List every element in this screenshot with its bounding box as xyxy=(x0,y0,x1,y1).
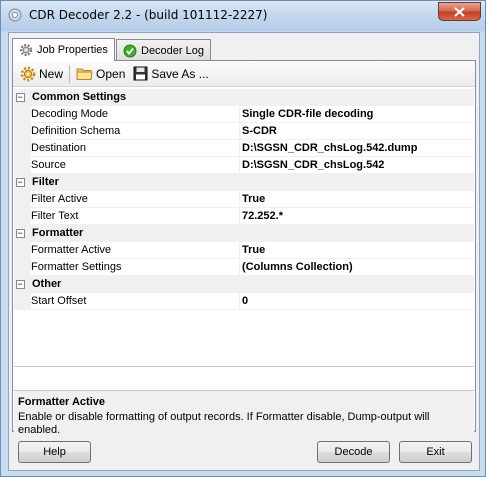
description-panel: Formatter Active Enable or disable forma… xyxy=(14,390,474,436)
close-icon xyxy=(454,6,465,17)
new-label: New xyxy=(39,66,64,81)
open-button[interactable]: Open xyxy=(72,63,129,85)
new-button[interactable]: New xyxy=(16,63,67,85)
description-title: Formatter Active xyxy=(18,396,106,408)
tab-strip: Job Properties Decoder Log xyxy=(12,38,476,61)
category-row[interactable]: − Formatter xyxy=(14,225,474,242)
property-value[interactable]: True xyxy=(240,242,474,259)
property-row[interactable]: Source D:\SGSN_CDR_chsLog.542 xyxy=(14,157,474,174)
tab-job-properties[interactable]: Job Properties xyxy=(12,38,115,61)
property-name: Formatter Settings xyxy=(31,259,240,276)
toolbar-separator xyxy=(69,64,71,83)
category-label: Other xyxy=(32,278,62,290)
open-label: Open xyxy=(96,66,126,81)
category-label: Formatter xyxy=(32,227,84,239)
property-value[interactable]: S-CDR xyxy=(240,123,474,140)
property-name: Start Offset xyxy=(31,293,240,310)
property-row[interactable]: Destination D:\SGSN_CDR_chsLog.542.dump xyxy=(14,140,474,157)
category-label: Filter xyxy=(32,176,59,188)
property-row[interactable]: Filter Active True xyxy=(14,191,474,208)
gear-icon xyxy=(20,66,36,81)
property-value[interactable]: Single CDR-file decoding xyxy=(240,106,474,123)
exit-button[interactable]: Exit xyxy=(399,441,472,463)
property-value[interactable]: 72.252.* xyxy=(240,208,474,225)
decode-button[interactable]: Decode xyxy=(317,441,390,463)
gear-icon xyxy=(19,43,33,57)
help-button[interactable]: Help xyxy=(18,441,91,463)
category-row[interactable]: − Filter xyxy=(14,174,474,191)
folder-icon xyxy=(76,68,93,80)
property-row[interactable]: Formatter Settings (Columns Collection) xyxy=(14,259,474,276)
category-row[interactable]: − Common Settings xyxy=(14,89,474,106)
property-value[interactable]: (Columns Collection) xyxy=(240,259,474,276)
property-row[interactable]: Formatter Active True xyxy=(14,242,474,259)
property-name: Destination xyxy=(31,140,240,157)
green-check-icon xyxy=(123,44,137,57)
tab-decoder-log[interactable]: Decoder Log xyxy=(116,39,211,61)
property-grid: − Common Settings Decoding Mode Single C… xyxy=(14,89,474,367)
job-properties-panel: New Open Save As ... − Common Settings D… xyxy=(12,60,476,436)
property-value[interactable]: D:\SGSN_CDR_chsLog.542 xyxy=(240,157,474,174)
collapse-icon[interactable]: − xyxy=(15,178,25,187)
property-row[interactable]: Decoding Mode Single CDR-file decoding xyxy=(14,106,474,123)
title-bar[interactable]: CDR Decoder 2.2 - (build 101112-2227) xyxy=(1,1,485,31)
window-title: CDR Decoder 2.2 - (build 101112-2227) xyxy=(29,8,268,22)
collapse-icon[interactable]: − xyxy=(15,280,25,289)
tab-label: Job Properties xyxy=(37,44,108,56)
property-name: Decoding Mode xyxy=(31,106,240,123)
floppy-disk-icon xyxy=(133,66,148,81)
property-row[interactable]: Definition Schema S-CDR xyxy=(14,123,474,140)
tab-label: Decoder Log xyxy=(141,44,204,57)
collapse-icon[interactable]: − xyxy=(15,93,25,102)
save-as-button[interactable]: Save As ... xyxy=(129,63,212,85)
app-icon xyxy=(7,7,23,23)
description-text: Enable or disable formatting of output r… xyxy=(18,411,430,436)
property-name: Filter Active xyxy=(31,191,240,208)
app-window: CDR Decoder 2.2 - (build 101112-2227) Jo… xyxy=(0,0,486,477)
property-value[interactable]: True xyxy=(240,191,474,208)
property-name: Formatter Active xyxy=(31,242,240,259)
property-name: Filter Text xyxy=(31,208,240,225)
toolbar: New Open Save As ... xyxy=(13,61,475,87)
property-row[interactable]: Start Offset 0 xyxy=(14,293,474,310)
close-button[interactable] xyxy=(438,2,481,21)
property-value[interactable]: 0 xyxy=(240,293,474,310)
save-as-label: Save As ... xyxy=(151,66,209,81)
client-area: Job Properties Decoder Log New Open Save… xyxy=(8,32,480,471)
category-label: Common Settings xyxy=(32,91,127,103)
property-value[interactable]: D:\SGSN_CDR_chsLog.542.dump xyxy=(240,140,474,157)
property-name: Source xyxy=(31,157,240,174)
category-row[interactable]: − Other xyxy=(14,276,474,293)
collapse-icon[interactable]: − xyxy=(15,229,25,238)
property-name: Definition Schema xyxy=(31,123,240,140)
property-row[interactable]: Filter Text 72.252.* xyxy=(14,208,474,225)
